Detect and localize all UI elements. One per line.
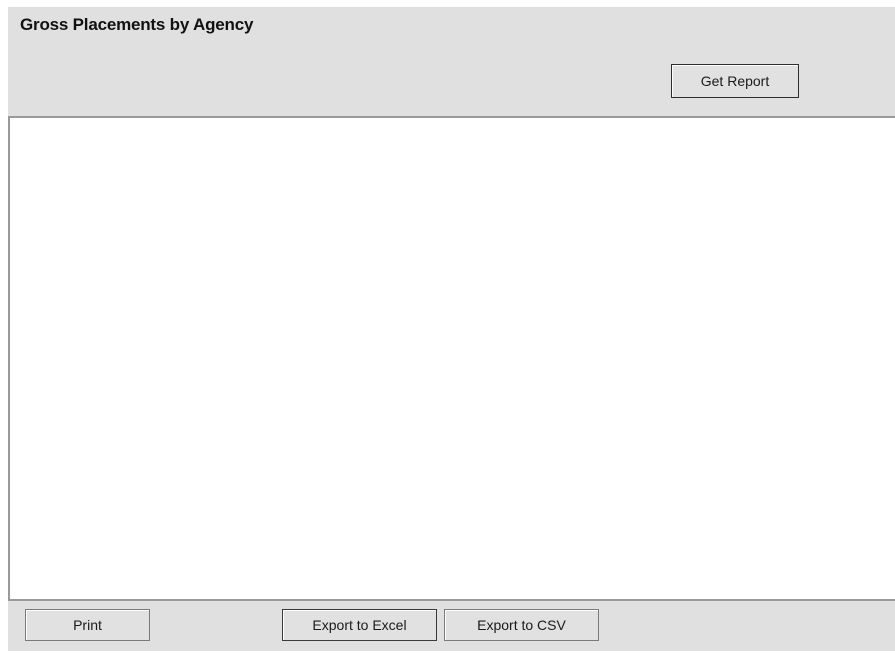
report-window: Gross Placements by Agency Get Report Pr… [0,0,895,658]
export-to-excel-button[interactable]: Export to Excel [282,609,437,641]
print-button[interactable]: Print [25,609,150,641]
report-viewer-area[interactable] [8,116,895,601]
page-title: Gross Placements by Agency [20,15,254,34]
get-report-button[interactable]: Get Report [671,64,799,98]
export-to-csv-button[interactable]: Export to CSV [444,609,599,641]
